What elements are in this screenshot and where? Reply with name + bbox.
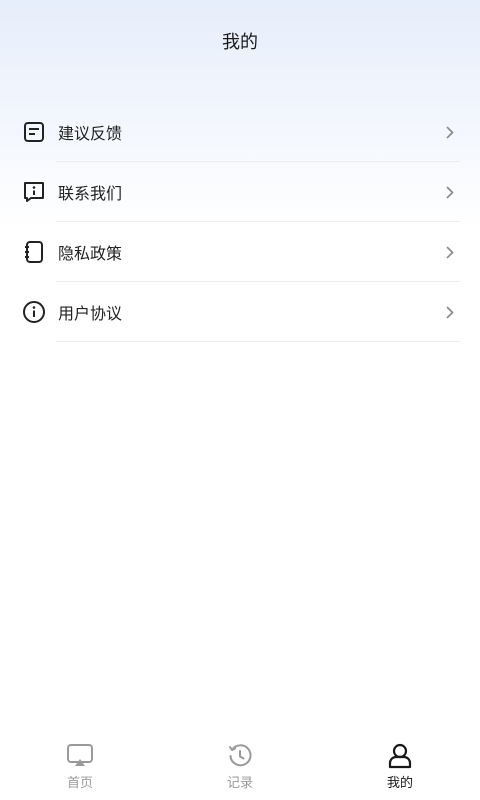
menu-item-contact-us[interactable]: 联系我们 (0, 162, 480, 222)
page-header: 我的 (0, 0, 480, 82)
tab-mine[interactable]: 我的 (320, 730, 480, 800)
menu-item-label: 联系我们 (58, 184, 123, 203)
bottom-tab-bar: 首页 记录 我的 (0, 730, 480, 800)
menu-item-label: 用户协议 (58, 304, 123, 323)
chevron-right-icon (444, 125, 456, 139)
menu-item-label: 建议反馈 (58, 124, 123, 143)
tab-label: 首页 (66, 776, 93, 791)
screen-cast-icon (66, 742, 94, 770)
tab-home[interactable]: 首页 (0, 730, 160, 800)
tab-label: 我的 (386, 776, 413, 791)
chevron-right-icon (444, 305, 456, 319)
menu-item-label: 隐私政策 (58, 244, 123, 263)
user-icon (386, 742, 414, 770)
menu-item-user-agreement[interactable]: 用户协议 (0, 282, 480, 342)
privacy-policy-icon (22, 240, 46, 264)
page-title: 我的 (222, 32, 258, 53)
chevron-right-icon (444, 245, 456, 259)
menu-item-feedback[interactable]: 建议反馈 (0, 102, 480, 162)
settings-menu: 建议反馈 联系我们 隐私政策 用户协议 (0, 102, 480, 342)
menu-item-privacy-policy[interactable]: 隐私政策 (0, 222, 480, 282)
feedback-icon (22, 120, 46, 144)
user-agreement-icon (22, 300, 46, 324)
tab-records[interactable]: 记录 (160, 730, 320, 800)
chevron-right-icon (444, 185, 456, 199)
tab-label: 记录 (226, 776, 253, 791)
contact-icon (22, 180, 46, 204)
history-icon (226, 742, 254, 770)
